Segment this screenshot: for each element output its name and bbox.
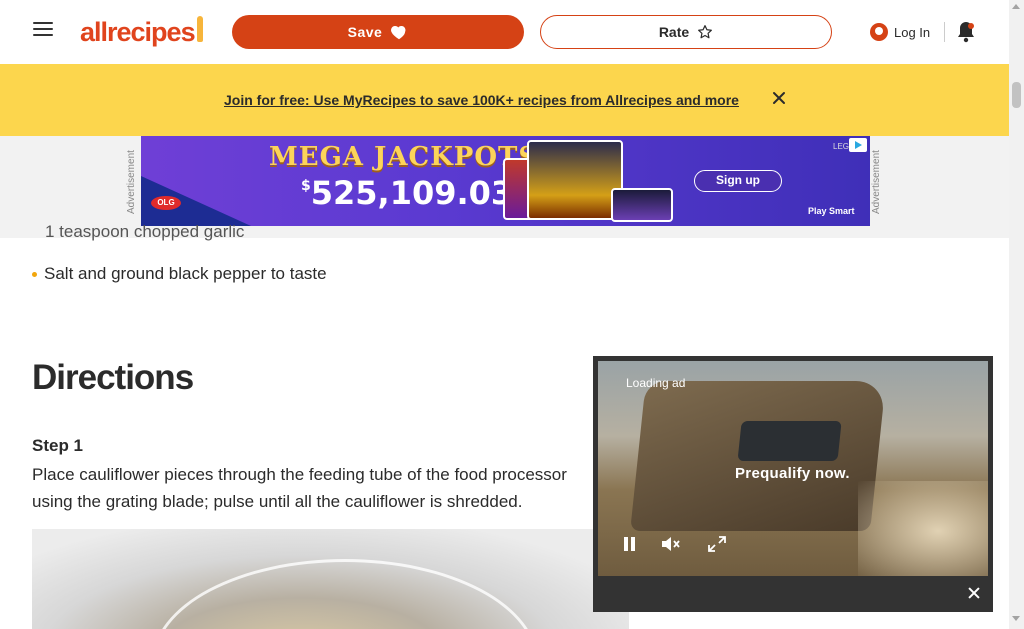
spoon-icon bbox=[196, 16, 203, 42]
step-title: Step 1 bbox=[32, 436, 84, 455]
olg-logo-icon: OLG bbox=[151, 196, 181, 210]
heart-icon bbox=[391, 25, 406, 40]
ad-prize-amount: 525,109.03 bbox=[310, 174, 514, 212]
game-card-image bbox=[527, 140, 623, 220]
ad-prize: $525,109.03 bbox=[301, 174, 513, 212]
close-icon[interactable] bbox=[965, 584, 983, 602]
allrecipes-logo[interactable]: allrecipes bbox=[80, 16, 203, 48]
close-icon[interactable] bbox=[771, 90, 787, 106]
myrecipes-join-link[interactable]: Join for free: Use MyRecipes to save 100… bbox=[224, 92, 739, 108]
video-bottom-bar bbox=[593, 585, 993, 612]
login-link[interactable]: Log In bbox=[870, 20, 930, 44]
fullscreen-icon[interactable] bbox=[706, 535, 728, 553]
login-label: Log In bbox=[894, 24, 931, 40]
promo-banner: Join for free: Use MyRecipes to save 100… bbox=[0, 64, 1009, 136]
advertisement-label-left: Advertisement bbox=[126, 150, 137, 214]
bullet-icon bbox=[32, 271, 37, 277]
video-dust-image bbox=[858, 481, 988, 576]
scroll-up-icon[interactable] bbox=[1012, 4, 1020, 9]
ingredient-partial: 1 teaspoon chopped garlic bbox=[45, 222, 245, 241]
hamburger-menu-icon[interactable] bbox=[33, 22, 53, 40]
mute-icon[interactable] bbox=[660, 535, 682, 553]
adchoices-icon[interactable] bbox=[849, 138, 867, 152]
ad-tag: LEG bbox=[833, 142, 850, 151]
logo-text: allrecipes bbox=[80, 16, 196, 47]
user-icon bbox=[870, 23, 888, 41]
step-photo bbox=[32, 529, 629, 629]
video-loading-text: Loading ad bbox=[626, 376, 686, 390]
ad-prize-currency: $ bbox=[301, 178, 311, 194]
video-car-image bbox=[630, 381, 886, 531]
ingredient-item: Salt and ground black pepper to taste bbox=[32, 264, 327, 284]
directions-heading: Directions bbox=[32, 358, 194, 397]
header-divider bbox=[944, 22, 945, 42]
video-overlay-text: Prequalify now. bbox=[735, 465, 850, 482]
scrollbar-thumb[interactable] bbox=[1012, 82, 1021, 108]
game-card-image bbox=[611, 188, 673, 222]
ad-signup-button[interactable]: Sign up bbox=[694, 170, 782, 192]
scroll-down-icon[interactable] bbox=[1012, 616, 1020, 621]
ad-footer: Play Smart bbox=[808, 206, 855, 216]
step-text: Place cauliflower pieces through the fee… bbox=[32, 465, 567, 511]
ingredient-text[interactable]: Salt and ground black pepper to taste bbox=[44, 264, 327, 284]
video-screen[interactable]: Loading ad Prequalify now. bbox=[598, 361, 988, 576]
save-button[interactable]: Save bbox=[232, 15, 524, 49]
save-label: Save bbox=[347, 24, 383, 40]
mega-jackpots-ad[interactable]: OLG MEGA JACKPOTS $525,109.03 Sign up LE… bbox=[141, 136, 870, 226]
advertisement-label-right: Advertisement bbox=[871, 150, 882, 214]
ad-title: MEGA JACKPOTS bbox=[269, 142, 539, 172]
ad-game-cards bbox=[503, 140, 673, 222]
pause-icon[interactable] bbox=[618, 535, 640, 553]
video-player[interactable]: Loading ad Prequalify now. bbox=[593, 356, 993, 612]
rate-label: Rate bbox=[658, 24, 690, 40]
notification-bell-icon[interactable] bbox=[956, 20, 976, 44]
rate-button[interactable]: Rate bbox=[540, 15, 832, 49]
star-icon bbox=[698, 25, 713, 39]
site-header: allrecipes Save Rate Log In bbox=[0, 0, 1009, 64]
